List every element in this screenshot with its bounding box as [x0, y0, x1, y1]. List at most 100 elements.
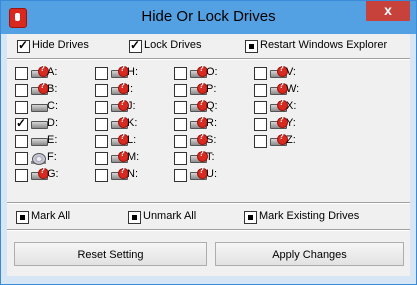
drive-h-label[interactable]: H: — [127, 66, 138, 78]
locked-drive-icon — [111, 132, 129, 147]
drive-x-checkbox[interactable] — [254, 101, 267, 114]
locked-drive-icon — [111, 81, 129, 96]
drive-k-checkbox[interactable] — [95, 118, 108, 131]
close-button[interactable]: x — [366, 1, 410, 21]
drive-d-checkbox[interactable] — [15, 116, 28, 131]
hard-drive-icon — [31, 135, 48, 147]
divider — [7, 229, 410, 231]
locked-drive-icon — [190, 132, 208, 147]
drive-l-checkbox[interactable] — [95, 135, 108, 148]
locked-drive-icon — [111, 115, 129, 130]
drive-z-checkbox[interactable] — [254, 135, 267, 148]
drive-e-checkbox[interactable] — [15, 135, 28, 148]
drive-m-checkbox[interactable] — [95, 152, 108, 165]
locked-drive-icon — [190, 81, 208, 96]
reset-setting-button[interactable]: Reset Setting — [14, 242, 207, 266]
drive-q-label[interactable]: Q: — [206, 100, 218, 112]
drive-u-checkbox[interactable] — [174, 169, 187, 182]
drive-m-label[interactable]: M: — [127, 151, 139, 163]
drive-d-label[interactable]: D: — [47, 117, 58, 129]
divider — [7, 58, 410, 60]
drive-o-label[interactable]: O: — [206, 66, 218, 78]
drive-t-label[interactable]: T: — [206, 151, 215, 163]
drive-z-label[interactable]: Z: — [286, 134, 296, 146]
drive-l-label[interactable]: L: — [127, 134, 136, 146]
drive-x-label[interactable]: X: — [286, 100, 296, 112]
drive-g-checkbox[interactable] — [15, 169, 28, 182]
locked-drive-icon — [190, 98, 208, 113]
drive-n-label[interactable]: N: — [127, 168, 138, 180]
locked-drive-icon — [190, 166, 208, 181]
mark-existing-checkbox[interactable] — [244, 211, 257, 224]
lock-drives-label[interactable]: Lock Drives — [144, 39, 201, 51]
drive-b-checkbox[interactable] — [15, 84, 28, 97]
hard-drive-icon — [31, 101, 48, 113]
mark-existing-label[interactable]: Mark Existing Drives — [259, 210, 359, 222]
locked-drive-icon — [111, 166, 129, 181]
drive-w-checkbox[interactable] — [254, 84, 267, 97]
drive-i-label[interactable]: I: — [127, 83, 133, 95]
cd-drive-icon — [31, 152, 47, 165]
drive-j-label[interactable]: J: — [127, 100, 136, 112]
locked-drive-icon — [270, 132, 288, 147]
drive-p-label[interactable]: P: — [206, 83, 216, 95]
locked-drive-icon — [270, 81, 288, 96]
drive-n-checkbox[interactable] — [95, 169, 108, 182]
drive-w-label[interactable]: W: — [286, 83, 299, 95]
drive-a-checkbox[interactable] — [15, 67, 28, 80]
drive-t-checkbox[interactable] — [174, 152, 187, 165]
client-area: Hide Drives Lock Drives Restart Windows … — [7, 34, 410, 276]
locked-drive-icon — [31, 81, 49, 96]
window-title: Hide Or Lock Drives — [141, 8, 276, 25]
locked-drive-icon — [111, 64, 129, 79]
drive-u-label[interactable]: U: — [206, 168, 217, 180]
mark-all-checkbox[interactable] — [16, 211, 29, 224]
locked-drive-icon — [270, 64, 288, 79]
hide-drives-checkbox[interactable] — [17, 38, 30, 53]
divider — [7, 202, 410, 204]
drive-h-checkbox[interactable] — [95, 67, 108, 80]
hide-drives-label[interactable]: Hide Drives — [32, 39, 89, 51]
locked-drive-icon — [31, 166, 49, 181]
unmark-all-label[interactable]: Unmark All — [143, 210, 196, 222]
mark-all-label[interactable]: Mark All — [31, 210, 70, 222]
title-bar[interactable]: Hide Or Lock Drives x — [1, 1, 416, 34]
locked-drive-icon — [31, 64, 49, 79]
drive-q-checkbox[interactable] — [174, 101, 187, 114]
drive-i-checkbox[interactable] — [95, 84, 108, 97]
drive-c-checkbox[interactable] — [15, 101, 28, 114]
locked-drive-icon — [111, 149, 129, 164]
drive-k-label[interactable]: K: — [127, 117, 137, 129]
drive-b-label[interactable]: B: — [47, 83, 57, 95]
locked-drive-icon — [270, 115, 288, 130]
drive-s-label[interactable]: S: — [206, 134, 216, 146]
drive-c-label[interactable]: C: — [47, 100, 58, 112]
apply-changes-button[interactable]: Apply Changes — [215, 242, 404, 266]
drive-f-label[interactable]: F: — [47, 151, 57, 163]
unmark-all-checkbox[interactable] — [128, 211, 141, 224]
locked-drive-icon — [190, 149, 208, 164]
locked-drive-icon — [111, 98, 129, 113]
drive-p-checkbox[interactable] — [174, 84, 187, 97]
locked-drive-icon — [270, 98, 288, 113]
drive-y-checkbox[interactable] — [254, 118, 267, 131]
restart-explorer-checkbox[interactable] — [245, 40, 258, 53]
drive-a-label[interactable]: A: — [47, 66, 57, 78]
drive-v-label[interactable]: V: — [286, 66, 296, 78]
app-window: Hide Or Lock Drives x Hide Drives Lock D… — [0, 0, 417, 285]
drive-g-label[interactable]: G: — [47, 168, 59, 180]
locked-drive-icon — [190, 64, 208, 79]
hard-drive-icon — [31, 118, 48, 130]
drive-y-label[interactable]: Y: — [286, 117, 296, 129]
drive-o-checkbox[interactable] — [174, 67, 187, 80]
drive-r-label[interactable]: R: — [206, 117, 217, 129]
drive-j-checkbox[interactable] — [95, 101, 108, 114]
locked-drive-icon — [190, 115, 208, 130]
drive-f-checkbox[interactable] — [15, 152, 28, 165]
drive-r-checkbox[interactable] — [174, 118, 187, 131]
drive-v-checkbox[interactable] — [254, 67, 267, 80]
lock-drives-checkbox[interactable] — [129, 38, 142, 53]
drive-e-label[interactable]: E: — [47, 134, 57, 146]
drive-s-checkbox[interactable] — [174, 135, 187, 148]
restart-explorer-label[interactable]: Restart Windows Explorer — [260, 39, 387, 51]
